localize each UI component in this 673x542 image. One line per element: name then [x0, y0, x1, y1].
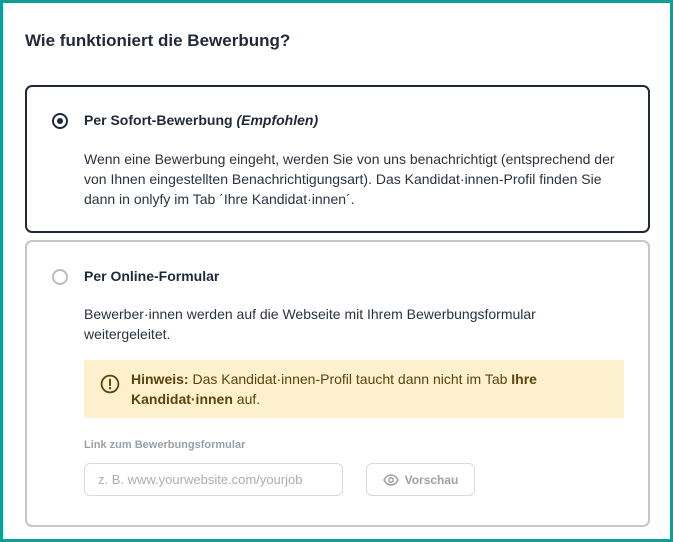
eye-icon [382, 473, 399, 486]
link-field-label: Link zum Bewerbungsformular [84, 439, 246, 451]
radio-sofort-bewerbung[interactable] [52, 113, 68, 129]
radio-online-formular[interactable] [52, 269, 68, 285]
option-sofort-description: Wenn eine Bewerbung eingeht, werden Sie … [84, 151, 615, 207]
option-online-description: Bewerber·innen werden auf die Webseite m… [84, 306, 536, 342]
hint-label: Hinweis: [131, 371, 189, 387]
hint-text: Hinweis: Das Kandidat·innen-Profil tauch… [131, 369, 611, 409]
option-online-formular[interactable]: Per Online-Formular Bewerber·innen werde… [25, 240, 650, 527]
preview-button[interactable]: Vorschau [366, 463, 475, 496]
option-sofort-title-text: Per Sofort-Bewerbung [84, 112, 233, 128]
preview-button-label: Vorschau [404, 472, 459, 487]
section-title: Wie funktioniert die Bewerbung? [25, 31, 291, 50]
application-form-link-input[interactable] [84, 463, 343, 496]
application-settings-panel: Wie funktioniert die Bewerbung? Per Sofo… [0, 0, 673, 542]
hint-box: Hinweis: Das Kandidat·innen-Profil tauch… [84, 360, 624, 418]
option-sofort-title: Per Sofort-Bewerbung (Empfohlen) [84, 112, 318, 128]
hint-text-before: Das Kandidat·innen-Profil taucht dann ni… [188, 371, 512, 387]
option-sofort-recommended-note: (Empfohlen) [236, 112, 319, 128]
option-online-title: Per Online-Formular [84, 268, 220, 284]
option-sofort-bewerbung[interactable]: Per Sofort-Bewerbung (Empfohlen) Wenn ei… [25, 85, 650, 233]
hint-text-after: auf. [232, 391, 261, 407]
exclamation-circle-icon [100, 374, 120, 394]
